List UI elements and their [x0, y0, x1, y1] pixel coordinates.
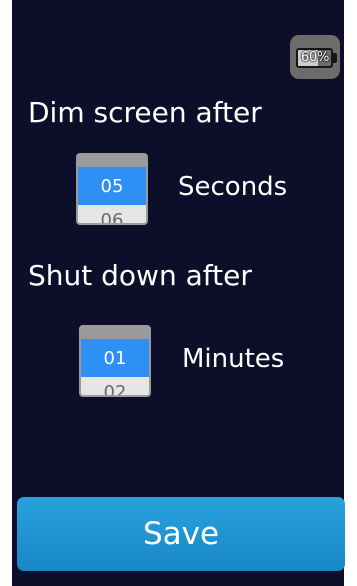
picker-selected-value: 01 [81, 339, 149, 377]
battery-percentage: 60% [301, 49, 329, 65]
save-button[interactable]: Save [17, 497, 345, 571]
dim-seconds-picker[interactable]: 05 06 [76, 153, 148, 225]
picker-next-value: 06 [100, 210, 124, 225]
dim-screen-label: Dim screen after [28, 96, 262, 129]
shutdown-minutes-picker[interactable]: 01 02 [79, 325, 151, 397]
dim-unit-label: Seconds [178, 172, 288, 202]
picker-previous-slot [81, 327, 149, 339]
shut-down-label: Shut down after [28, 259, 252, 292]
battery-indicator: 60% [290, 35, 340, 79]
picker-next-value: 02 [103, 382, 127, 397]
shutdown-unit-label: Minutes [182, 344, 285, 374]
picker-selected-value: 05 [78, 167, 146, 205]
picker-previous-slot [78, 155, 146, 167]
